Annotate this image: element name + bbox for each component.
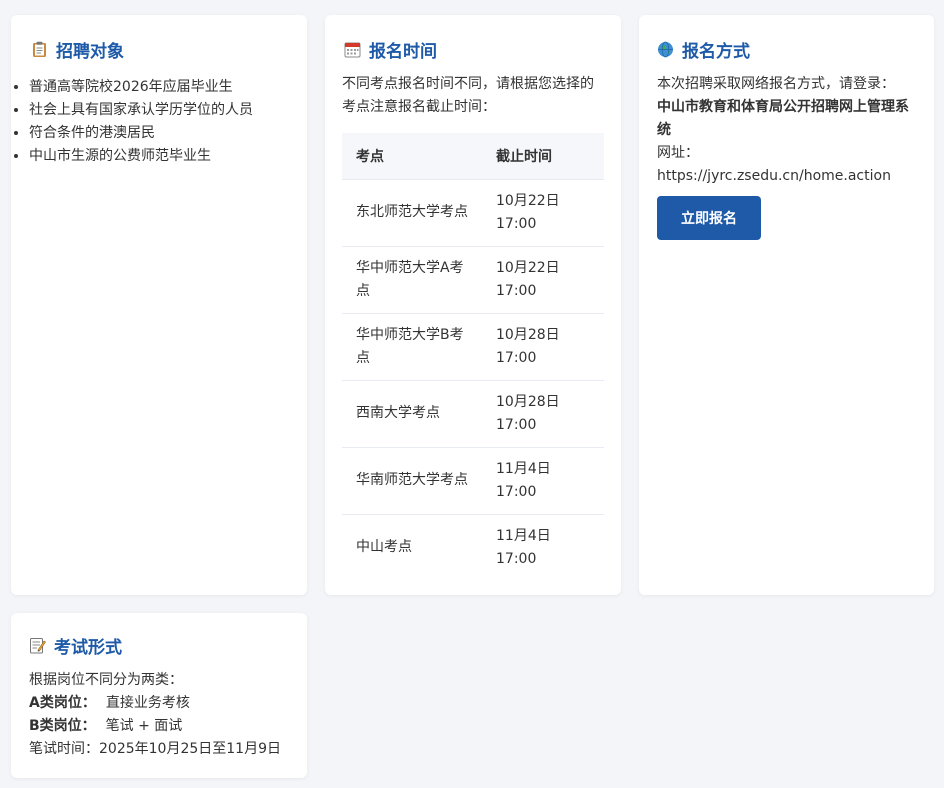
exam-time: 笔试时间：2025年10月25日至11月9日	[29, 738, 289, 761]
targets-title-text: 招聘对象	[56, 42, 124, 62]
url-label: 网址：	[657, 145, 699, 161]
site-cell: 中山考点	[342, 513, 482, 581]
calendar-icon	[344, 42, 361, 58]
deadline-cell: 11月4日17:00	[482, 446, 604, 514]
table-row: 华中师范大学A考点 10月22日17:00	[342, 245, 604, 313]
site-cell: 华中师范大学A考点	[342, 245, 482, 313]
table-row: 东北师范大学考点 10月22日17:00	[342, 178, 604, 246]
schedule-table: 考点 截止时间 东北师范大学考点 10月22日17:00 华中师范大学A考点 1…	[342, 133, 604, 581]
list-item: 中山市生源的公费师范毕业生	[29, 145, 287, 168]
clipboard-icon	[33, 41, 46, 57]
exam-type-a-value: 直接业务考核	[105, 695, 190, 711]
schedule-card-title: 报名时间	[344, 37, 604, 62]
deadline-cell: 10月28日17:00	[482, 312, 604, 380]
register-now-button[interactable]: 立即报名	[657, 196, 761, 240]
site-cell: 华南师范大学考点	[342, 446, 482, 514]
column-header-site: 考点	[342, 133, 482, 179]
globe-icon	[658, 41, 673, 58]
exam-title-text: 考试形式	[54, 638, 122, 658]
exam-type-a-label: A类岗位：	[29, 695, 96, 711]
site-cell: 东北师范大学考点	[342, 178, 482, 246]
method-title-text: 报名方式	[682, 42, 750, 62]
site-cell: 西南大学考点	[342, 379, 482, 447]
exam-type-b-value: 笔试 + 面试	[105, 718, 183, 734]
targets-card: 招聘对象 普通高等院校2026年应届毕业生 社会上具有国家承认学历学位的人员 符…	[11, 15, 307, 595]
targets-card-title: 招聘对象	[31, 37, 287, 62]
method-card: 报名方式 本次招聘采取网络报名方式，请登录： 中山市教育和体育局公开招聘网上管理…	[639, 15, 934, 595]
table-header-row: 考点 截止时间	[342, 133, 604, 179]
site-cell: 华中师范大学B考点	[342, 312, 482, 380]
memo-icon	[30, 638, 46, 654]
exam-time-label: 笔试时间：	[29, 741, 99, 757]
system-name: 中山市教育和体育局公开招聘网上管理系统	[657, 99, 909, 138]
schedule-intro: 不同考点报名时间不同，请根据您选择的考点注意报名截止时间：	[342, 76, 594, 115]
deadline-cell: 11月4日17:00	[482, 513, 604, 581]
url-text[interactable]: https://jyrc.zsedu.cn/home.action	[657, 165, 916, 188]
table-row: 华中师范大学B考点 10月28日17:00	[342, 312, 604, 380]
deadline-cell: 10月28日17:00	[482, 379, 604, 447]
schedule-card: 报名时间 不同考点报名时间不同，请根据您选择的考点注意报名截止时间： 考点 截止…	[325, 15, 621, 595]
deadline-cell: 10月22日17:00	[482, 245, 604, 313]
table-row: 西南大学考点 10月28日17:00	[342, 379, 604, 447]
exam-intro: 根据岗位不同分为两类：	[29, 672, 183, 688]
schedule-title-text: 报名时间	[369, 42, 437, 62]
exam-type-b-label: B类岗位：	[29, 718, 96, 734]
method-card-title: 报名方式	[657, 37, 916, 62]
column-header-deadline: 截止时间	[482, 133, 604, 179]
exam-card: 考试形式 根据岗位不同分为两类： A类岗位： 直接业务考核 B类岗位： 笔试 + 面…	[11, 613, 307, 778]
deadline-cell: 10月22日17:00	[482, 178, 604, 246]
list-item: 社会上具有国家承认学历学位的人员	[29, 99, 287, 122]
table-row: 华南师范大学考点 11月4日17:00	[342, 446, 604, 514]
method-intro: 本次招聘采取网络报名方式，请登录：	[657, 76, 895, 92]
list-item: 普通高等院校2026年应届毕业生	[29, 76, 287, 99]
targets-list: 普通高等院校2026年应届毕业生 社会上具有国家承认学历学位的人员 符合条件的港…	[11, 76, 287, 168]
exam-card-title: 考试形式	[29, 633, 289, 658]
exam-type-b: B类岗位： 笔试 + 面试	[29, 715, 289, 738]
list-item: 符合条件的港澳居民	[29, 122, 287, 145]
table-row: 中山考点 11月4日17:00	[342, 513, 604, 581]
exam-type-a: A类岗位： 直接业务考核	[29, 692, 289, 715]
exam-time-value: 2025年10月25日至11月9日	[99, 741, 281, 757]
